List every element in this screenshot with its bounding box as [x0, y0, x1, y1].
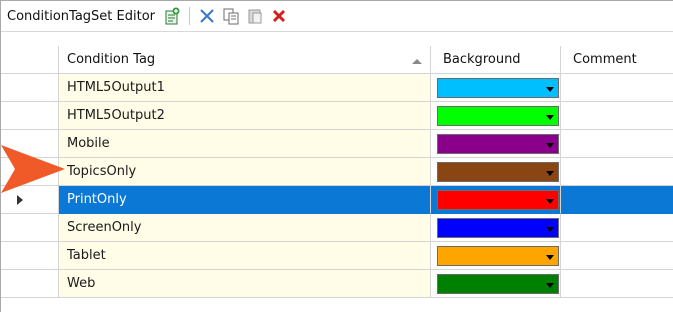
condition-tag-name: Mobile	[67, 136, 110, 151]
condition-tag-cell[interactable]: ScreenOnly	[59, 214, 431, 242]
column-header-background-label: Background	[443, 52, 521, 67]
table-row[interactable]: PrintOnly	[1, 186, 673, 214]
delete-icon[interactable]	[268, 5, 290, 27]
background-color-picker[interactable]	[437, 78, 559, 98]
row-indicator[interactable]	[1, 242, 59, 270]
comment-cell[interactable]	[561, 74, 673, 102]
condition-tag-name: HTML5Output2	[67, 108, 165, 123]
comment-cell[interactable]	[561, 270, 673, 298]
sort-ascending-icon	[412, 59, 422, 64]
dropdown-arrow-icon	[546, 199, 554, 204]
background-color-cell	[431, 214, 561, 242]
condition-tag-name: ScreenOnly	[67, 220, 142, 235]
condition-tag-cell[interactable]: Web	[59, 270, 431, 298]
header-row-indicator	[1, 46, 59, 74]
background-color-picker[interactable]	[437, 190, 559, 210]
background-color-picker[interactable]	[437, 134, 559, 154]
dropdown-arrow-icon	[546, 171, 554, 176]
row-indicator[interactable]	[1, 102, 59, 130]
comment-cell[interactable]	[561, 242, 673, 270]
row-indicator[interactable]	[1, 74, 59, 102]
condition-tag-name: Tablet	[67, 248, 106, 263]
condition-tag-cell[interactable]: Tablet	[59, 242, 431, 270]
dropdown-arrow-icon	[546, 87, 554, 92]
column-header-condition-tag-label: Condition Tag	[67, 52, 156, 67]
editor-title: ConditionTagSet Editor	[7, 8, 155, 24]
condition-tag-name: Web	[67, 276, 96, 291]
condition-tag-cell[interactable]: Mobile	[59, 130, 431, 158]
column-header-comment-label: Comment	[573, 52, 637, 67]
condition-tag-name: HTML5Output1	[67, 80, 165, 95]
column-header-condition-tag[interactable]: Condition Tag	[59, 46, 431, 74]
table-row[interactable]: Tablet	[1, 242, 673, 270]
paste-icon[interactable]	[244, 5, 266, 27]
dropdown-arrow-icon	[546, 115, 554, 120]
background-color-picker[interactable]	[437, 274, 559, 294]
condition-tag-cell[interactable]: PrintOnly	[59, 186, 431, 214]
background-color-picker[interactable]	[437, 218, 559, 238]
dropdown-arrow-icon	[546, 227, 554, 232]
background-color-cell	[431, 102, 561, 130]
new-tag-icon[interactable]	[161, 5, 183, 27]
condition-tag-set-editor: ConditionTagSet Editor Condition Tag Bac…	[0, 0, 673, 312]
cut-icon[interactable]	[196, 5, 218, 27]
background-color-cell	[431, 186, 561, 214]
background-color-cell	[431, 242, 561, 270]
dropdown-arrow-icon	[546, 283, 554, 288]
dropdown-arrow-icon	[546, 143, 554, 148]
table-row[interactable]: Web	[1, 270, 673, 298]
copy-icon[interactable]	[220, 5, 242, 27]
table-row[interactable]: HTML5Output1	[1, 74, 673, 102]
dropdown-arrow-icon	[546, 255, 554, 260]
table-row[interactable]: HTML5Output2	[1, 102, 673, 130]
table-row[interactable]: TopicsOnly	[1, 158, 673, 186]
comment-cell[interactable]	[561, 158, 673, 186]
grid-header-row: Condition Tag Background Comment	[1, 46, 673, 74]
background-color-cell	[431, 158, 561, 186]
table-row[interactable]: ScreenOnly	[1, 214, 673, 242]
condition-tag-cell[interactable]: HTML5Output2	[59, 102, 431, 130]
condition-tag-name: TopicsOnly	[67, 164, 137, 179]
background-color-picker[interactable]	[437, 106, 559, 126]
toolbar-separator	[189, 7, 190, 25]
column-header-comment[interactable]: Comment	[561, 46, 673, 74]
background-color-cell	[431, 270, 561, 298]
current-row-arrow-icon	[16, 194, 23, 205]
comment-cell[interactable]	[561, 186, 673, 214]
background-color-picker[interactable]	[437, 162, 559, 182]
row-indicator[interactable]	[1, 270, 59, 298]
row-indicator[interactable]	[1, 214, 59, 242]
comment-cell[interactable]	[561, 130, 673, 158]
callout-arrow-icon	[1, 145, 65, 193]
column-header-background[interactable]: Background	[431, 46, 561, 74]
condition-tag-cell[interactable]: HTML5Output1	[59, 74, 431, 102]
comment-cell[interactable]	[561, 102, 673, 130]
condition-tag-cell[interactable]: TopicsOnly	[59, 158, 431, 186]
table-row[interactable]: Mobile	[1, 130, 673, 158]
background-color-picker[interactable]	[437, 246, 559, 266]
background-color-cell	[431, 130, 561, 158]
comment-cell[interactable]	[561, 214, 673, 242]
condition-tag-name: PrintOnly	[67, 192, 127, 207]
editor-toolbar: ConditionTagSet Editor	[1, 1, 673, 32]
background-color-cell	[431, 74, 561, 102]
